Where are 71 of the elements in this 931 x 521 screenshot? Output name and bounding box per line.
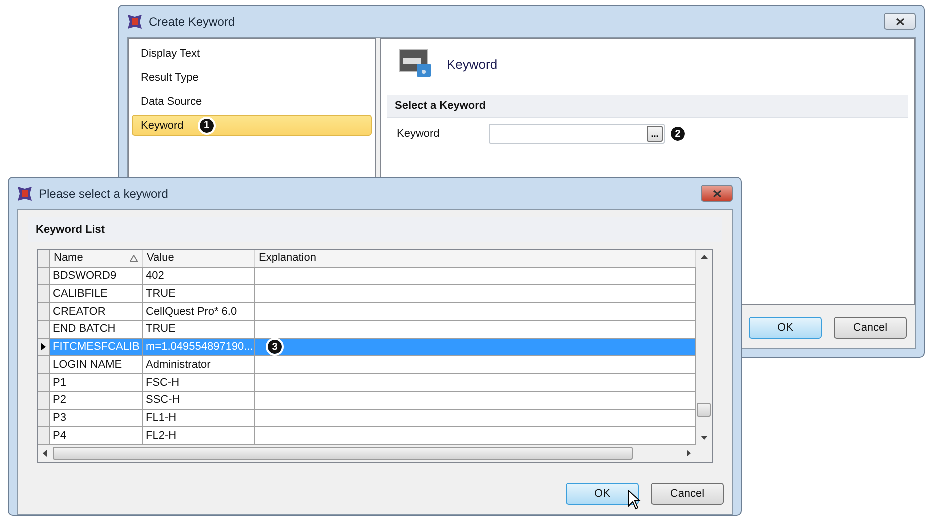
table-row[interactable]: BDSWORD9 402 bbox=[38, 268, 696, 286]
scroll-down-icon[interactable] bbox=[700, 434, 708, 441]
window-title: Please select a keyword bbox=[39, 186, 170, 200]
cursor-icon bbox=[628, 490, 641, 510]
table-row[interactable]: P3 FL1-H bbox=[38, 410, 696, 428]
table-row[interactable]: P1 FSC-H bbox=[38, 374, 696, 392]
close-icon bbox=[896, 18, 904, 26]
table-cell: FL1-H bbox=[143, 410, 255, 426]
table-row[interactable]: CALIBFILE TRUE bbox=[38, 285, 696, 304]
table-row[interactable]: CREATOR CellQuest Pro* 6.0 bbox=[38, 303, 696, 321]
callout-marker: 1 bbox=[200, 118, 214, 132]
row-pointer-icon bbox=[41, 343, 46, 352]
table-cell: TRUE bbox=[143, 285, 255, 302]
scroll-left-icon[interactable] bbox=[42, 450, 49, 457]
table-cell: P2 bbox=[50, 392, 143, 409]
column-header[interactable]: Value bbox=[143, 250, 255, 267]
table-row[interactable]: P2 SSC-H bbox=[38, 392, 696, 410]
window-title: Create Keyword bbox=[149, 14, 236, 28]
table-cell: FL2-H bbox=[143, 427, 255, 444]
scroll-thumb[interactable] bbox=[53, 447, 633, 460]
browse-button[interactable]: ... bbox=[647, 126, 663, 142]
nav-item[interactable]: Display Text bbox=[132, 43, 372, 64]
callout-marker: 2 bbox=[671, 127, 685, 141]
dialog-button[interactable]: Cancel bbox=[651, 483, 724, 505]
table-row[interactable]: LOGIN NAME Administrator bbox=[38, 356, 696, 374]
nav-item[interactable]: Result Type bbox=[132, 67, 372, 88]
close-icon bbox=[712, 190, 722, 198]
close-button[interactable] bbox=[884, 13, 916, 30]
table-cell: BDSWORD9 bbox=[50, 268, 143, 284]
table-cell: P4 bbox=[50, 427, 143, 444]
table-cell: P1 bbox=[50, 374, 143, 391]
nav-item[interactable]: Data Source bbox=[132, 91, 372, 112]
table-row[interactable]: END BATCH TRUE bbox=[38, 320, 696, 339]
keyword-icon bbox=[399, 49, 433, 79]
app-icon bbox=[127, 14, 143, 30]
dialog-button[interactable]: OK bbox=[749, 317, 822, 339]
app-icon bbox=[17, 186, 33, 202]
field-label: Keyword bbox=[397, 128, 441, 140]
dialog-button[interactable]: OK bbox=[566, 483, 639, 505]
table-cell: CREATOR bbox=[50, 303, 143, 320]
vertical-scrollbar[interactable] bbox=[696, 250, 712, 445]
table-cell: SSC-H bbox=[143, 392, 255, 409]
keyword-field[interactable]: ... bbox=[489, 124, 665, 144]
horizontal-scrollbar[interactable] bbox=[38, 445, 696, 462]
table-cell: TRUE bbox=[143, 320, 255, 338]
table-row[interactable]: P4 FL2-H bbox=[38, 427, 696, 445]
page-title: Keyword bbox=[447, 56, 498, 72]
table-row[interactable]: FITCMESFCALIB m=1.049554897190... 3 bbox=[38, 338, 696, 356]
table-cell: END BATCH bbox=[50, 320, 143, 338]
table-cell: P3 bbox=[50, 410, 143, 426]
scroll-up-icon[interactable] bbox=[700, 254, 708, 261]
table-cell: m=1.049554897190... bbox=[143, 338, 255, 356]
sort-icon bbox=[130, 254, 138, 262]
table-cell: LOGIN NAME bbox=[50, 356, 143, 374]
table-cell: FITCMESFCALIB bbox=[50, 338, 143, 356]
row-header[interactable] bbox=[38, 338, 50, 356]
column-header[interactable]: Name bbox=[50, 250, 143, 267]
scroll-thumb[interactable] bbox=[697, 403, 711, 417]
column-header[interactable]: Explanation bbox=[255, 250, 696, 267]
table-cell: 402 bbox=[143, 268, 255, 284]
scroll-right-icon[interactable] bbox=[685, 450, 692, 457]
dialog-button[interactable]: Cancel bbox=[834, 317, 907, 339]
table-cell: FSC-H bbox=[143, 374, 255, 391]
callout-marker: 3 bbox=[268, 340, 282, 354]
table-cell: CALIBFILE bbox=[50, 285, 143, 302]
table-cell: CellQuest Pro* 6.0 bbox=[143, 303, 255, 320]
close-button[interactable] bbox=[701, 185, 733, 202]
section-header: Keyword List bbox=[28, 217, 722, 242]
nav-item[interactable]: Keyword 1 bbox=[132, 115, 372, 136]
section-header: Select a Keyword bbox=[387, 95, 908, 118]
table-cell: Administrator bbox=[143, 356, 255, 374]
